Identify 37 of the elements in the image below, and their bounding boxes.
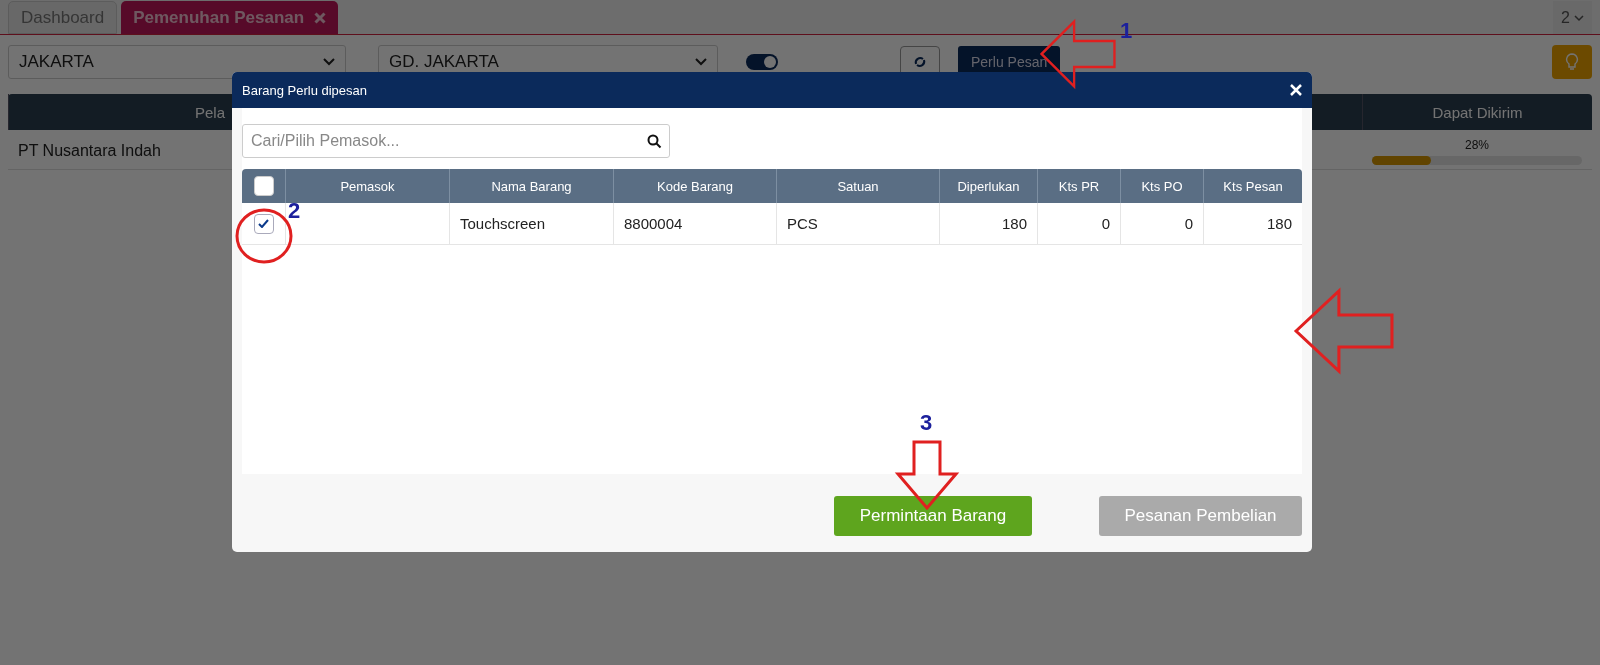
column-header: Kts PO [1120,169,1203,203]
annotation-arrow [894,440,960,511]
tab[interactable]: Pemenuhan Pesanan [121,1,339,34]
column-header: Nama Barang [449,169,613,203]
request-button[interactable]: Permintaan Barang [834,496,1032,536]
tab-menu[interactable]: 2 [1553,1,1592,34]
table-cell: 0 [1184,215,1193,232]
search-field[interactable]: Cari/Pilih Pemasok... [242,124,670,158]
column-header: Dapat Dikirim [1362,94,1592,130]
column-header: Kts PR [1037,169,1120,203]
chevron-icon [695,58,707,66]
table-cell: 0 [1101,215,1110,232]
search-icon [647,134,662,149]
table-cell: 180 [1001,215,1027,232]
chevron-icon [323,58,335,66]
column-header: Satuan [776,169,939,203]
region-select[interactable]: JAKARTA [8,45,346,79]
column-header: Diperlukan [939,169,1037,203]
annotation-number: 3 [920,410,933,436]
refresh-icon [913,55,927,69]
checkbox[interactable] [253,176,274,196]
lightbulb-icon [1565,53,1579,71]
table-cell: PT Nusantara Indah [18,142,161,159]
table-cell: Touchscreen [460,215,546,232]
checkbox[interactable] [253,213,274,234]
close-button[interactable] [1290,84,1302,96]
chevron-icon [1574,13,1584,22]
close-icon[interactable] [314,11,327,24]
table-cell: 180 [1266,215,1292,232]
toggle-switch[interactable] [746,54,778,70]
table-cell: 8800004 [624,215,683,232]
column-header: Kts Pesan [1203,169,1302,203]
percent-text: 28% [1465,138,1489,152]
column-header: Pemasok [285,169,449,203]
column-header: Kode Barang [613,169,776,203]
check-icon [258,219,269,228]
table-cell: PCS [787,215,818,232]
